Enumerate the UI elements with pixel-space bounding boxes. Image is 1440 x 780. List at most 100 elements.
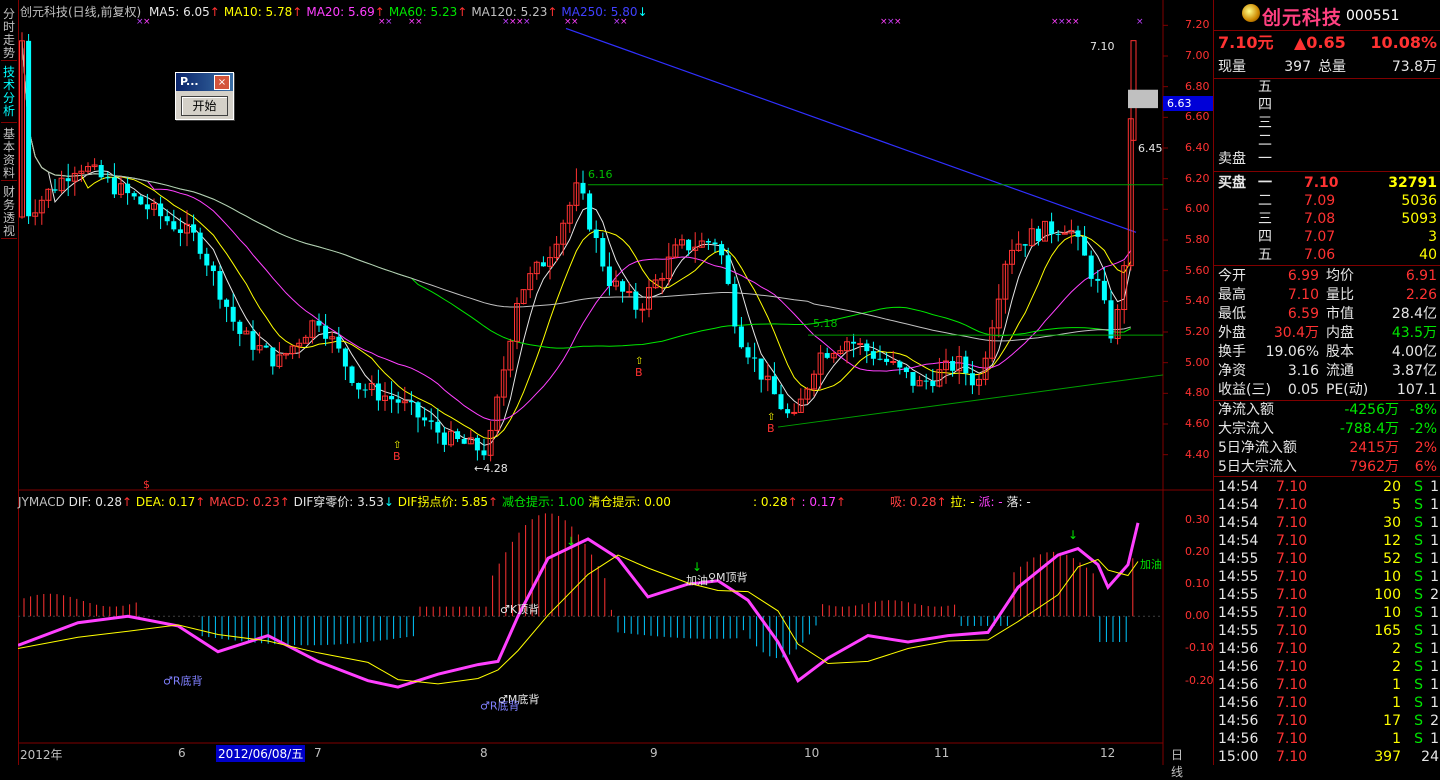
candle-body-down xyxy=(824,353,830,358)
tick-row[interactable]: 14:56 7.10 17 S 2 xyxy=(1214,712,1440,730)
tick-count: 1 xyxy=(1430,641,1439,657)
candle-body-down xyxy=(1088,255,1094,279)
candle-body-down xyxy=(131,193,137,197)
kline-header: 创元科技(日线,前复权) MA5: 6.05↑ MA10: 5.78↑ MA20: … xyxy=(20,3,648,20)
fund-flow-row: 净流入额 -4256万 -8% xyxy=(1214,401,1440,419)
zongliang-label: 总量 xyxy=(1318,59,1346,75)
tick-row[interactable]: 14:56 7.10 2 S 1 xyxy=(1214,658,1440,676)
tab-intraday[interactable]: 分时走势 xyxy=(1,8,17,61)
tab-technical-analysis[interactable]: 技术分析 xyxy=(1,66,17,123)
candle-body-down xyxy=(540,262,546,267)
ma250-line xyxy=(565,27,1137,233)
left-tab-bar: 分时走势 技术分析 基本资料 财务透视 xyxy=(0,0,19,765)
tick-row[interactable]: 14:56 7.10 1 S 1 xyxy=(1214,694,1440,712)
sell-label: 卖盘 xyxy=(1218,151,1246,167)
tick-time: 14:56 xyxy=(1218,641,1259,657)
tick-price: 7.10 xyxy=(1276,677,1308,693)
candle-body-down xyxy=(474,437,480,451)
stat-value: 107.1 xyxy=(1396,382,1437,398)
tick-count: 1 xyxy=(1430,479,1439,495)
tab-fundamentals[interactable]: 基本资料 xyxy=(1,128,17,181)
tick-row[interactable]: 14:55 7.10 165 S 1 xyxy=(1214,622,1440,640)
tick-row[interactable]: 14:56 7.10 1 S 1 xyxy=(1214,676,1440,694)
macd-name: JYMACD xyxy=(18,495,65,509)
candle-body-down xyxy=(455,431,461,440)
close-icon[interactable]: × xyxy=(214,75,230,90)
stat-value: 6.59 xyxy=(1287,306,1319,322)
pattern-mark-icon: × xyxy=(894,17,902,27)
tick-row[interactable]: 14:54 7.10 12 S 1 xyxy=(1214,532,1440,550)
candle-body-up xyxy=(890,360,897,363)
up-arrow-icon: ↑ xyxy=(547,5,558,19)
tick-time: 14:55 xyxy=(1218,605,1259,621)
low-price-label: ←4.28 xyxy=(474,462,508,475)
xi-arrow-icon: ↑ xyxy=(936,495,947,509)
macd-signal-label: ♂K顶背 xyxy=(500,602,539,616)
flow-label: 大宗流入 xyxy=(1218,421,1274,437)
tick-side: S xyxy=(1414,713,1423,729)
tick-side: S xyxy=(1414,659,1423,675)
tick-row[interactable]: 14:54 7.10 5 S 1 xyxy=(1214,496,1440,514)
dollar-mark: $ xyxy=(143,478,150,491)
tick-row[interactable]: 14:55 7.10 10 S 1 xyxy=(1214,604,1440,622)
price-level-label: 6.45 xyxy=(1138,142,1163,155)
stat-label: 收益(三) xyxy=(1218,382,1271,398)
candle-body-down xyxy=(230,306,236,322)
ma-label-0: MA5: 6.05 xyxy=(149,5,210,19)
candle-body-down xyxy=(752,357,758,359)
tick-time: 14:56 xyxy=(1218,695,1259,711)
tick-volume: 12 xyxy=(1383,533,1401,549)
tick-price: 7.10 xyxy=(1276,515,1308,531)
candle-body-down xyxy=(969,373,975,386)
stock-code: 000551 xyxy=(1346,8,1400,24)
candle-body-down xyxy=(1101,280,1107,301)
period-label[interactable]: 日线 xyxy=(1171,746,1183,780)
tick-time: 14:55 xyxy=(1218,569,1259,585)
tick-row[interactable]: 14:56 7.10 1 S 1 xyxy=(1214,730,1440,748)
macd-tick-label: 0.00 xyxy=(1185,609,1210,623)
candle-body-down xyxy=(138,196,144,205)
candle-body-down xyxy=(210,265,216,272)
candle-body-down xyxy=(1075,230,1081,237)
candle-body-down xyxy=(177,229,183,233)
stat-label: 外盘 xyxy=(1218,325,1246,341)
down-arrow-icon: ↓ xyxy=(637,5,648,19)
dialog-titlebar[interactable]: P... × xyxy=(176,73,233,91)
floating-dialog[interactable]: P... × 开始 xyxy=(175,72,234,120)
macd-cross-price: DIF穿零价: 3.53 xyxy=(293,495,384,509)
candle-body-down xyxy=(738,326,744,348)
price-tick-label: 6.40 xyxy=(1185,141,1210,154)
candle-body-down xyxy=(435,421,441,433)
tick-price: 7.10 xyxy=(1276,713,1308,729)
tick-row[interactable]: 14:54 7.10 30 S 1 xyxy=(1214,514,1440,532)
tick-price: 7.10 xyxy=(1276,731,1308,747)
price-tick-label: 5.60 xyxy=(1185,263,1210,277)
candle-body-down xyxy=(877,358,883,360)
tab-financials[interactable]: 财务透视 xyxy=(1,186,17,239)
start-button[interactable]: 开始 xyxy=(181,96,228,116)
candle-body-down xyxy=(362,389,368,391)
up-arrow-icon: ↑ xyxy=(374,5,385,19)
tick-time: 14:56 xyxy=(1218,659,1259,675)
tick-row[interactable]: 14:55 7.10 52 S 1 xyxy=(1214,550,1440,568)
tick-row[interactable]: 15:00 7.10 397 24 xyxy=(1214,748,1440,766)
price-tick-label: 6.80 xyxy=(1185,79,1210,93)
candle-body-down xyxy=(633,291,639,310)
candle-body-up xyxy=(857,343,864,346)
tick-row[interactable]: 14:54 7.10 20 S 1 xyxy=(1214,478,1440,496)
macd-tick-label: -0.10 xyxy=(1185,641,1214,655)
tick-side: S xyxy=(1414,731,1423,747)
tick-row[interactable]: 14:56 7.10 2 S 1 xyxy=(1214,640,1440,658)
macd-axis: 0.30 0.20 0.10 0.00 -0.10 -0.20 xyxy=(1163,490,1213,743)
tick-row[interactable]: 14:55 7.10 100 S 2 xyxy=(1214,586,1440,604)
candle-body-down xyxy=(870,351,876,359)
candle-body-down xyxy=(903,367,909,373)
candle-body-down xyxy=(686,239,692,251)
stat-value: 2.26 xyxy=(1405,287,1437,303)
stat-value: 30.4万 xyxy=(1273,325,1319,341)
flow-label: 5日净流入额 xyxy=(1218,440,1297,456)
tick-volume: 20 xyxy=(1383,479,1401,495)
macd-la: 拉: - xyxy=(950,495,975,509)
tick-row[interactable]: 14:55 7.10 10 S 1 xyxy=(1214,568,1440,586)
stat-value: 6.91 xyxy=(1405,268,1437,284)
